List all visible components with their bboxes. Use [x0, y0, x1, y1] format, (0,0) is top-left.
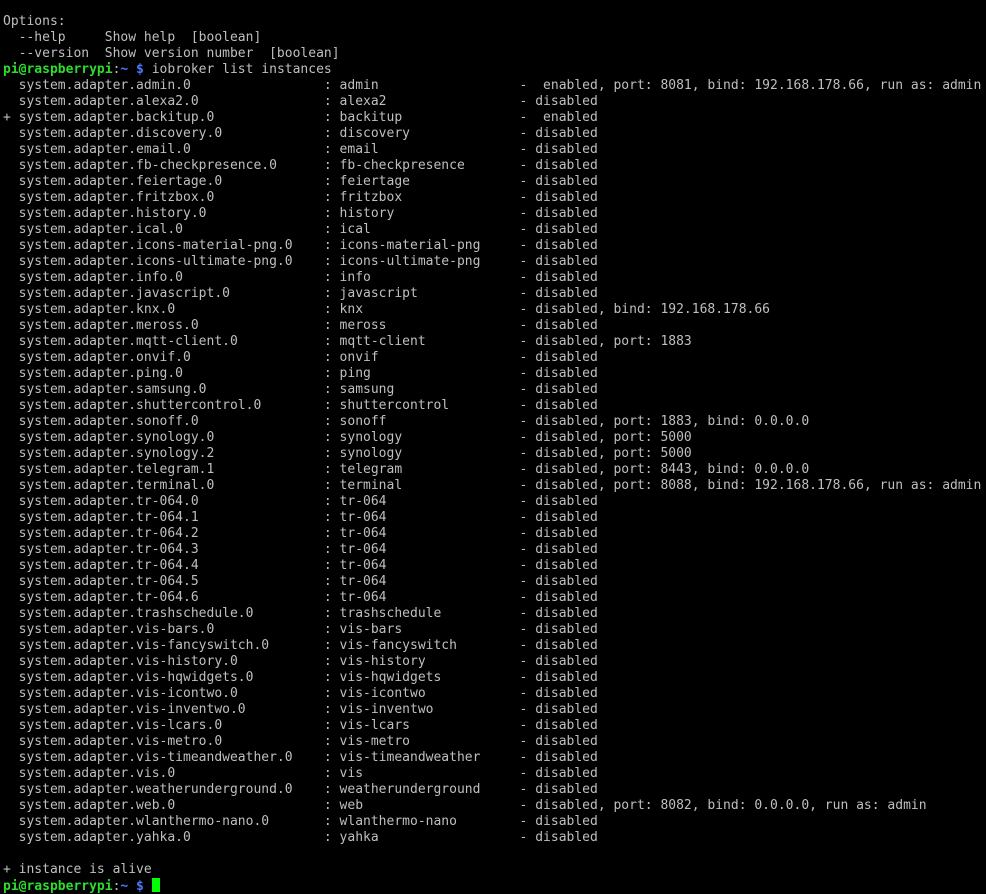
instance-row: system.adapter.tr-064.0 : tr-064 - disab… [3, 494, 598, 509]
help-option-line: --help Show help [boolean] [3, 30, 262, 45]
instance-row: system.adapter.meross.0 : meross - disab… [3, 318, 598, 333]
instance-row: system.adapter.tr-064.2 : tr-064 - disab… [3, 526, 598, 541]
prompt-path: ~ $ [120, 62, 144, 77]
instance-row: system.adapter.vis-metro.0 : vis-metro -… [3, 734, 598, 749]
instance-row: system.adapter.tr-064.4 : tr-064 - disab… [3, 558, 598, 573]
instance-row: system.adapter.ical.0 : ical - disabled [3, 222, 598, 237]
instance-row: system.adapter.vis-bars.0 : vis-bars - d… [3, 622, 598, 637]
instance-row: system.adapter.info.0 : info - disabled [3, 270, 598, 285]
instance-row: system.adapter.terminal.0 : terminal - d… [3, 478, 982, 493]
instance-row: system.adapter.javascript.0 : javascript… [3, 286, 598, 301]
options-heading: Options: [3, 14, 66, 29]
instance-row: system.adapter.mqtt-client.0 : mqtt-clie… [3, 334, 692, 349]
instance-row: system.adapter.vis-inventwo.0 : vis-inve… [3, 702, 598, 717]
alive-legend: + instance is alive [3, 862, 152, 877]
instance-row: system.adapter.icons-material-png.0 : ic… [3, 238, 598, 253]
command-prompt-line: pi@raspberrypi:~ $ iobroker list instanc… [0, 62, 986, 78]
instance-row: system.adapter.tr-064.5 : tr-064 - disab… [3, 574, 598, 589]
instance-row: system.adapter.sonoff.0 : sonoff - disab… [3, 414, 810, 429]
instance-row: system.adapter.feiertage.0 : feiertage -… [3, 174, 598, 189]
instance-row: system.adapter.email.0 : email - disable… [3, 142, 598, 157]
instance-row: + system.adapter.backitup.0 : backitup -… [3, 110, 598, 125]
prompt-user-host: pi@raspberrypi [3, 879, 113, 894]
instance-row: system.adapter.synology.0 : synology - d… [3, 430, 692, 445]
input-prompt-line[interactable]: pi@raspberrypi:~ $ [0, 878, 986, 894]
instance-row: system.adapter.alexa2.0 : alexa2 - disab… [3, 94, 598, 109]
instance-row: system.adapter.vis-timeandweather.0 : vi… [3, 750, 598, 765]
prompt-path: ~ $ [120, 879, 144, 894]
instance-row: system.adapter.onvif.0 : onvif - disable… [3, 350, 598, 365]
version-option-line: --version Show version number [boolean] [3, 46, 340, 61]
instance-row: system.adapter.ping.0 : ping - disabled [3, 366, 598, 381]
instance-row: system.adapter.history.0 : history - dis… [3, 206, 598, 221]
instance-row: system.adapter.wlanthermo-nano.0 : wlant… [3, 814, 598, 829]
instance-row: system.adapter.vis-hqwidgets.0 : vis-hqw… [3, 670, 598, 685]
instance-row: system.adapter.samsung.0 : samsung - dis… [3, 382, 598, 397]
instance-row: system.adapter.knx.0 : knx - disabled, b… [3, 302, 771, 317]
instance-row: system.adapter.vis-history.0 : vis-histo… [3, 654, 598, 669]
instance-row: system.adapter.vis-lcars.0 : vis-lcars -… [3, 718, 598, 733]
instance-row: system.adapter.vis.0 : vis - disabled [3, 766, 598, 781]
instance-row: system.adapter.admin.0 : admin - enabled… [3, 78, 982, 93]
instance-row: system.adapter.weatherunderground.0 : we… [3, 782, 598, 797]
instance-row: system.adapter.fb-checkpresence.0 : fb-c… [3, 158, 598, 173]
instance-row: system.adapter.yahka.0 : yahka - disable… [3, 830, 598, 845]
instance-row: system.adapter.trashschedule.0 : trashsc… [3, 606, 598, 621]
cursor-block [151, 878, 160, 892]
instance-row: system.adapter.vis-icontwo.0 : vis-icont… [3, 686, 598, 701]
instance-row: system.adapter.fritzbox.0 : fritzbox - d… [3, 190, 598, 205]
instance-row: system.adapter.vis-fancyswitch.0 : vis-f… [3, 638, 598, 653]
instance-row: system.adapter.discovery.0 : discovery -… [3, 126, 598, 141]
instance-row: system.adapter.tr-064.3 : tr-064 - disab… [3, 542, 598, 557]
instance-row: system.adapter.shuttercontrol.0 : shutte… [3, 398, 598, 413]
instance-row: system.adapter.synology.2 : synology - d… [3, 446, 692, 461]
instance-row: system.adapter.icons-ultimate-png.0 : ic… [3, 254, 598, 269]
instance-row: system.adapter.telegram.1 : telegram - d… [3, 462, 810, 477]
instance-row: system.adapter.tr-064.1 : tr-064 - disab… [3, 510, 598, 525]
instance-list: system.adapter.admin.0 : admin - enabled… [0, 78, 986, 846]
instance-row: system.adapter.tr-064.6 : tr-064 - disab… [3, 590, 598, 605]
prompt-user-host: pi@raspberrypi [3, 62, 113, 77]
instance-row: system.adapter.web.0 : web - disabled, p… [3, 798, 927, 813]
prompt-command: iobroker list instances [143, 62, 332, 77]
terminal-window[interactable]: Options: --help Show help [boolean] --ve… [0, 0, 986, 894]
